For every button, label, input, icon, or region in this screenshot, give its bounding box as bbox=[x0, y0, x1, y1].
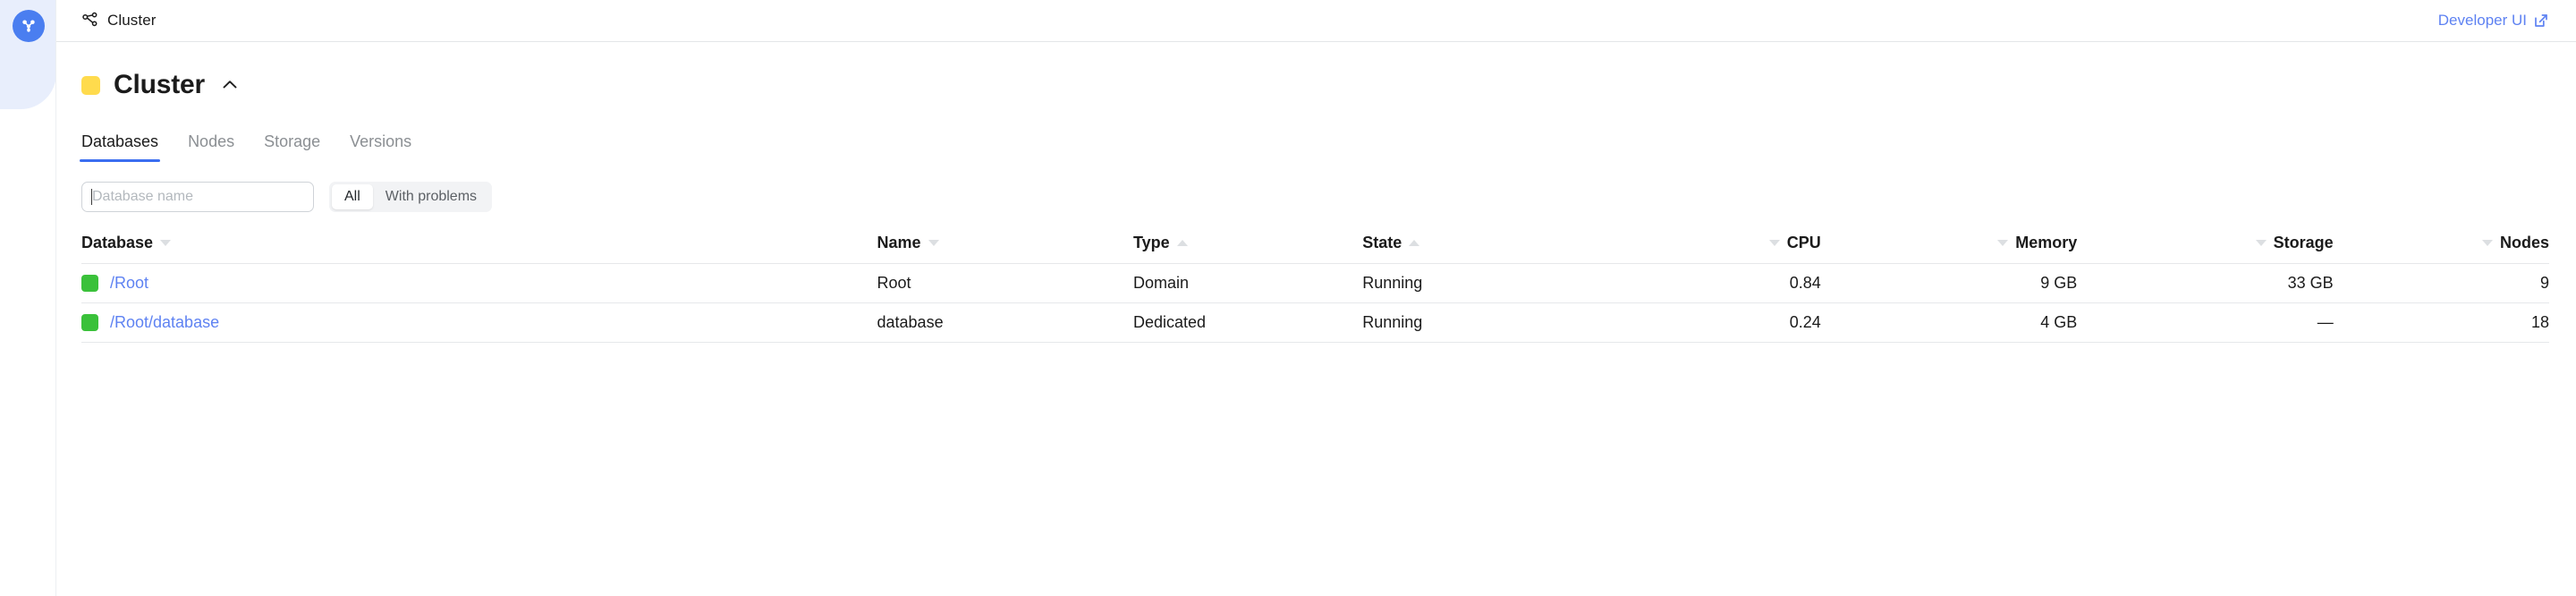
cell-name: database bbox=[877, 302, 1133, 343]
developer-ui-label: Developer UI bbox=[2437, 12, 2527, 29]
chevron-up-icon[interactable] bbox=[218, 73, 242, 97]
cell-storage: 33 GB bbox=[2077, 263, 2334, 303]
column-label: Nodes bbox=[2499, 234, 2549, 251]
status-square-warning bbox=[81, 75, 100, 95]
column-label: Database bbox=[81, 234, 154, 251]
cell-state: Running bbox=[1362, 263, 1619, 303]
ydb-logo-icon[interactable] bbox=[13, 10, 45, 42]
developer-ui-link[interactable]: Developer UI bbox=[2438, 12, 2549, 30]
top-bar: Cluster Developer UI bbox=[56, 0, 2576, 42]
tab-nodes[interactable]: Nodes bbox=[188, 132, 234, 162]
table-row[interactable]: /Root Root Domain Running 0.84 9 GB 33 G… bbox=[81, 263, 2549, 303]
page-header: Cluster bbox=[81, 42, 2549, 108]
column-header-cpu[interactable]: CPU bbox=[1618, 234, 1821, 264]
column-label: CPU bbox=[1786, 234, 1821, 251]
status-square-ok bbox=[81, 275, 98, 292]
column-header-storage[interactable]: Storage bbox=[2077, 234, 2334, 264]
column-label: State bbox=[1362, 234, 1402, 251]
app-root: Cluster Developer UI Cluster Databases N… bbox=[0, 0, 2576, 596]
sort-asc-icon bbox=[1409, 240, 1420, 246]
column-header-database[interactable]: Database bbox=[81, 234, 877, 264]
controls-row: All With problems bbox=[81, 182, 2549, 212]
status-square-ok bbox=[81, 314, 98, 331]
sort-desc-icon bbox=[1997, 240, 2009, 246]
cell-nodes: 18 bbox=[2333, 302, 2549, 343]
tab-storage[interactable]: Storage bbox=[264, 132, 320, 162]
filter-all-button[interactable]: All bbox=[332, 184, 373, 209]
databases-table: Database Name Type State CPU Memory Stor… bbox=[81, 234, 2549, 343]
tab-versions[interactable]: Versions bbox=[350, 132, 411, 162]
cluster-nodes-icon bbox=[81, 12, 99, 30]
database-link[interactable]: /Root bbox=[110, 274, 148, 293]
problem-filter-group: All With problems bbox=[329, 182, 493, 212]
text-cursor bbox=[91, 189, 92, 205]
column-header-state[interactable]: State bbox=[1362, 234, 1619, 264]
cell-storage: — bbox=[2077, 302, 2334, 343]
sort-desc-icon bbox=[2255, 240, 2267, 246]
column-header-name[interactable]: Name bbox=[877, 234, 1133, 264]
cell-database: /Root/database bbox=[81, 302, 877, 343]
page-title: Cluster bbox=[114, 70, 205, 99]
column-header-memory[interactable]: Memory bbox=[1820, 234, 2078, 264]
breadcrumb-label: Cluster bbox=[107, 12, 157, 29]
sort-asc-icon bbox=[1176, 240, 1188, 246]
cell-memory: 4 GB bbox=[1820, 302, 2078, 343]
sort-desc-icon bbox=[1768, 240, 1780, 246]
tab-databases[interactable]: Databases bbox=[79, 132, 161, 162]
cell-nodes: 9 bbox=[2333, 263, 2549, 303]
cell-type: Domain bbox=[1132, 263, 1363, 303]
breadcrumb[interactable]: Cluster bbox=[81, 12, 157, 30]
tab-bar: Databases Nodes Storage Versions bbox=[79, 123, 2549, 162]
cell-name: Root bbox=[877, 263, 1133, 303]
table-header-row: Database Name Type State CPU Memory Stor… bbox=[81, 234, 2549, 264]
cell-state: Running bbox=[1362, 302, 1619, 343]
sort-desc-icon bbox=[2481, 240, 2493, 246]
column-label: Name bbox=[877, 234, 921, 251]
sidebar bbox=[0, 0, 56, 596]
cell-cpu: 0.84 bbox=[1618, 263, 1821, 303]
page-content: Cluster Databases Nodes Storage Versions bbox=[56, 42, 2576, 596]
sort-desc-icon bbox=[160, 240, 172, 246]
column-label: Type bbox=[1132, 234, 1170, 251]
column-header-nodes[interactable]: Nodes bbox=[2333, 234, 2549, 264]
search-input[interactable] bbox=[81, 182, 314, 212]
column-header-type[interactable]: Type bbox=[1132, 234, 1363, 264]
cell-type: Dedicated bbox=[1132, 302, 1363, 343]
external-link-icon bbox=[2533, 13, 2549, 29]
table-row[interactable]: /Root/database database Dedicated Runnin… bbox=[81, 302, 2549, 343]
cell-cpu: 0.24 bbox=[1618, 302, 1821, 343]
column-label: Memory bbox=[2015, 234, 2078, 251]
cell-database: /Root bbox=[81, 263, 877, 303]
filter-with-problems-button[interactable]: With problems bbox=[373, 184, 489, 209]
database-link[interactable]: /Root/database bbox=[110, 313, 219, 332]
column-label: Storage bbox=[2273, 234, 2334, 251]
main-column: Cluster Developer UI Cluster Databases N… bbox=[56, 0, 2576, 596]
cell-memory: 9 GB bbox=[1820, 263, 2078, 303]
search-field-wrapper bbox=[81, 182, 314, 212]
sort-desc-icon bbox=[928, 240, 939, 246]
